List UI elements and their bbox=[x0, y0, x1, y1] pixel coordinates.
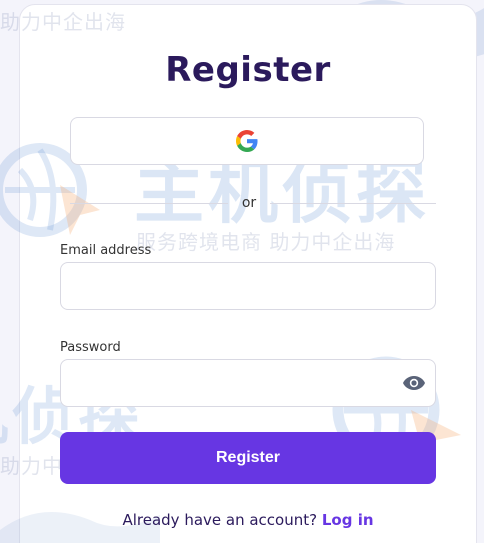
password-field[interactable] bbox=[60, 359, 436, 407]
email-label: Email address bbox=[60, 243, 152, 258]
email-field[interactable] bbox=[60, 262, 436, 310]
divider-text: or bbox=[241, 195, 257, 211]
divider-line-right bbox=[270, 203, 436, 204]
login-prompt-text: Already have an account? bbox=[122, 511, 318, 529]
password-label: Password bbox=[60, 340, 121, 355]
eye-icon[interactable] bbox=[402, 373, 426, 393]
login-prompt: Already have an account? Log in bbox=[0, 511, 484, 529]
login-link[interactable]: Log in bbox=[322, 511, 374, 529]
page-title: Register bbox=[165, 50, 331, 90]
divider-line-left bbox=[70, 203, 228, 204]
or-divider: or bbox=[70, 192, 436, 216]
page: 助力中企出海 主机侦探 服务跨境电商 助力中企出海 主机侦探 助力中企出海 Re… bbox=[0, 0, 484, 543]
google-icon bbox=[236, 130, 258, 152]
google-signup-button[interactable] bbox=[70, 117, 424, 165]
register-button[interactable]: Register bbox=[60, 432, 436, 484]
